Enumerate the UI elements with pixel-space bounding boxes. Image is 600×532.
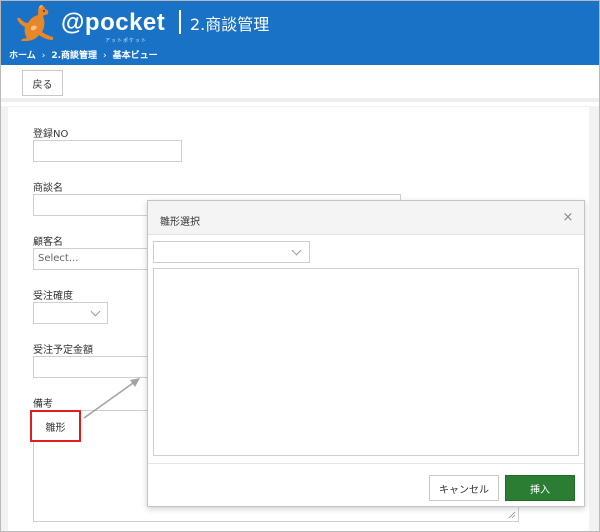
breadcrumb-home[interactable]: ホーム <box>9 51 36 61</box>
close-icon[interactable]: × <box>562 211 574 224</box>
template-content-area[interactable] <box>153 268 579 456</box>
kangaroo-logo-icon <box>17 4 53 42</box>
app-logo[interactable]: @pocket アットポケット <box>9 3 169 44</box>
template-select[interactable] <box>153 241 310 263</box>
title-divider <box>179 10 181 34</box>
app-header: @pocket アットポケット 2.商談管理 ホーム › 2.商談管理 › 基本ビュー <box>1 1 599 65</box>
breadcrumb-separator: › <box>103 51 107 61</box>
breadcrumb-separator: › <box>41 51 46 61</box>
template-select-modal: 雛形選択 × キャンセル 挿入 <box>147 200 585 507</box>
chevron-down-icon <box>90 306 101 317</box>
template-button[interactable]: 雛形 <box>30 410 81 442</box>
modal-footer-divider <box>148 463 584 464</box>
chevron-down-icon <box>291 245 302 256</box>
customer-name-placeholder: Select... <box>38 253 79 264</box>
resize-handle-icon[interactable] <box>508 511 516 519</box>
order-probability-label: 受注確度 <box>33 291 73 302</box>
breadcrumb-deal-management[interactable]: 2.商談管理 <box>51 51 97 61</box>
customer-name-label: 顧客名 <box>33 237 63 248</box>
modal-header: 雛形選択 × <box>148 201 584 235</box>
order-probability-select[interactable] <box>33 302 108 324</box>
cancel-button[interactable]: キャンセル <box>429 475 499 501</box>
logo-text: @pocket <box>61 9 166 36</box>
expected-amount-label: 受注予定金額 <box>33 345 93 356</box>
registration-no-label: 登録NO <box>33 129 69 140</box>
toolbar: 戻る <box>1 65 599 102</box>
remarks-label: 備考 <box>33 399 53 410</box>
arrow-annotation-icon <box>83 378 140 419</box>
breadcrumb-basic-view: 基本ビュー <box>112 51 158 61</box>
page-title: 2.商談管理 <box>190 15 270 34</box>
breadcrumb: ホーム › 2.商談管理 › 基本ビュー <box>9 48 158 61</box>
deal-name-label: 商談名 <box>33 183 63 194</box>
modal-title: 雛形選択 <box>160 217 200 228</box>
registration-no-input[interactable] <box>33 140 182 162</box>
insert-button[interactable]: 挿入 <box>505 475 575 501</box>
back-button[interactable]: 戻る <box>22 70 63 96</box>
logo-subtext: アットポケット <box>105 38 148 44</box>
